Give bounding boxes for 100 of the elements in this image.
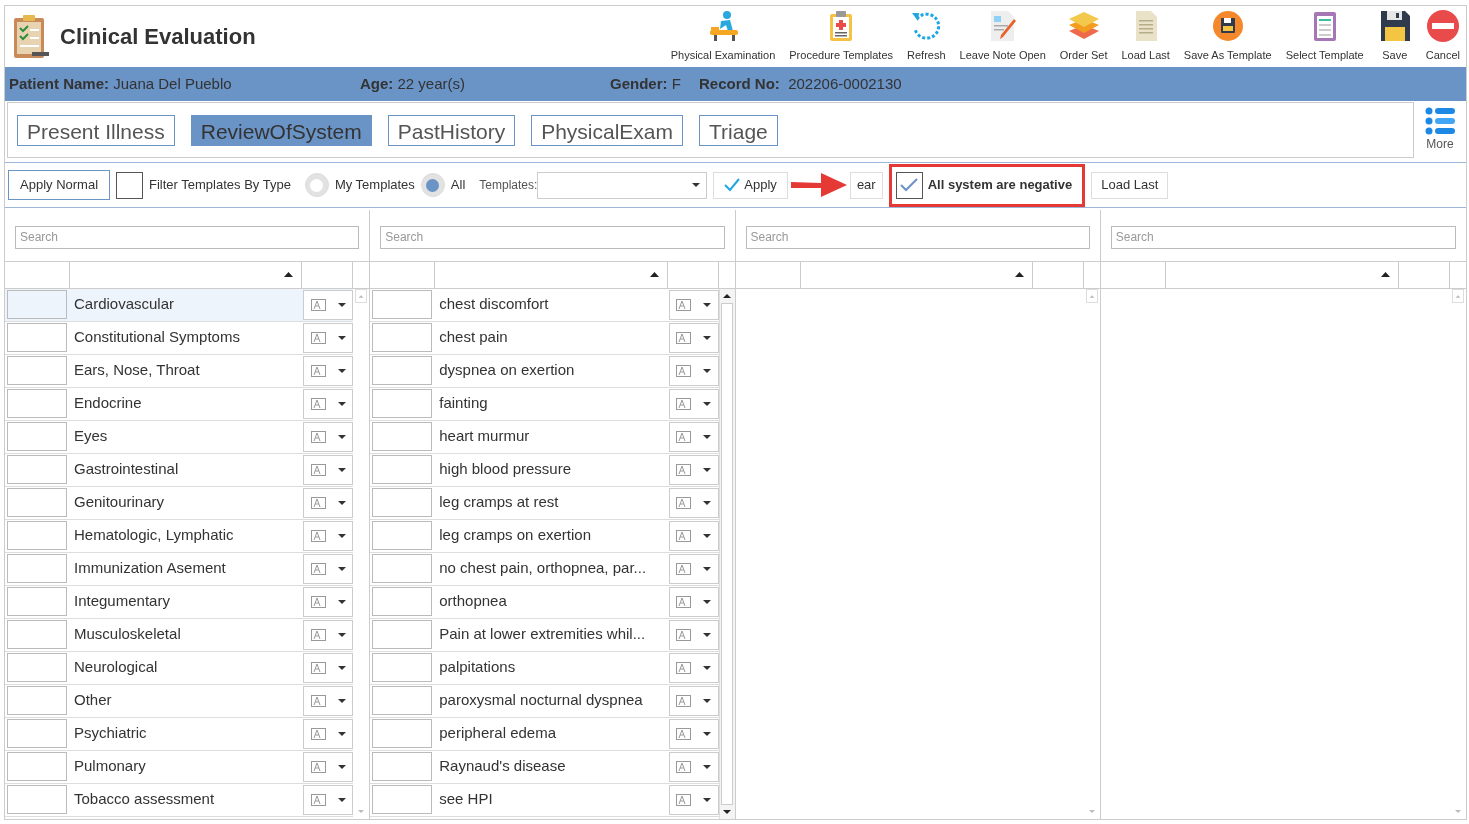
list-row[interactable]: dyspnea on exertion (370, 354, 719, 388)
template-dropdown[interactable] (668, 388, 719, 419)
list-row[interactable]: Eyes (5, 420, 354, 454)
list-row[interactable]: Other (5, 684, 354, 718)
toolbar-button[interactable]: Cancel (1419, 8, 1466, 63)
list-row[interactable]: high blood pressure (370, 453, 719, 487)
template-dropdown[interactable] (668, 652, 719, 683)
search-field[interactable]: Search (1110, 225, 1456, 249)
clear-button[interactable]: ear (849, 171, 883, 199)
list-row[interactable]: Tobacco assessment (5, 783, 354, 817)
check-cell[interactable] (372, 521, 433, 550)
search-field[interactable]: Search (15, 225, 360, 249)
search-field[interactable]: Search (745, 225, 1090, 249)
radio-button[interactable] (420, 173, 445, 197)
check-cell[interactable] (7, 389, 67, 418)
template-dropdown[interactable] (303, 619, 354, 650)
template-dropdown[interactable] (303, 685, 354, 716)
template-dropdown[interactable] (668, 718, 719, 749)
check-cell[interactable] (7, 785, 67, 814)
check-cell[interactable] (7, 620, 67, 649)
list-row[interactable]: Cardiovascular (5, 288, 354, 322)
check-cell[interactable] (7, 323, 67, 352)
template-dropdown[interactable] (303, 421, 354, 452)
load-last-button[interactable]: Load Last (1091, 171, 1169, 199)
check-cell[interactable] (7, 422, 67, 451)
check-cell[interactable] (372, 554, 433, 583)
check-cell[interactable] (7, 587, 67, 616)
template-dropdown[interactable] (668, 322, 719, 353)
list-row[interactable]: see HPI (370, 783, 719, 817)
list-row[interactable]: Genitourinary (5, 486, 354, 520)
check-cell[interactable] (372, 752, 433, 781)
template-dropdown[interactable] (668, 751, 719, 782)
tab[interactable]: Triage (699, 114, 778, 146)
list-row[interactable]: Psychiatric (5, 717, 354, 751)
list-row[interactable]: Pulmonary (5, 750, 354, 784)
template-dropdown[interactable] (303, 388, 354, 419)
template-dropdown[interactable] (668, 586, 719, 617)
check-cell[interactable] (372, 488, 433, 517)
check-cell[interactable] (7, 752, 67, 781)
list-row[interactable]: peripheral edema (370, 717, 719, 751)
check-cell[interactable] (7, 356, 67, 385)
template-dropdown[interactable] (303, 289, 354, 320)
template-dropdown[interactable] (668, 355, 719, 386)
sort-up-icon[interactable] (284, 272, 294, 277)
check-cell[interactable] (372, 323, 433, 352)
template-dropdown[interactable] (668, 454, 719, 485)
check-cell[interactable] (372, 785, 433, 814)
list-row[interactable]: chest pain (370, 321, 719, 355)
tab[interactable]: Present Illness (17, 114, 175, 146)
template-dropdown[interactable] (303, 520, 354, 551)
apply-button[interactable]: Apply (713, 171, 788, 199)
list-row[interactable]: Gastrointestinal (5, 453, 354, 487)
template-dropdown[interactable] (668, 619, 719, 650)
check-cell[interactable] (372, 290, 433, 319)
list-row[interactable]: Ears, Nose, Throat (5, 354, 354, 388)
toolbar-button[interactable]: Save As Template (1177, 8, 1278, 63)
template-dropdown[interactable] (303, 784, 354, 815)
check-cell[interactable] (372, 620, 433, 649)
check-cell[interactable] (372, 587, 433, 616)
sort-up-icon[interactable] (649, 272, 659, 277)
tab[interactable]: PastHistory (387, 114, 516, 146)
check-cell[interactable] (7, 554, 67, 583)
radio-button[interactable] (304, 173, 329, 197)
toolbar-button[interactable]: Select Template (1279, 8, 1370, 63)
check-cell[interactable] (7, 719, 67, 748)
template-dropdown[interactable] (668, 487, 719, 518)
check-cell[interactable] (7, 488, 67, 517)
list-row[interactable]: Pain at lower extremities whil... (370, 618, 719, 652)
toolbar-button[interactable]: Leave Note Open (953, 8, 1052, 63)
toolbar-button[interactable]: Load Last (1115, 8, 1176, 63)
check-cell[interactable] (372, 356, 433, 385)
list-row[interactable]: Musculoskeletal (5, 618, 354, 652)
list-row[interactable]: orthopnea (370, 585, 719, 619)
list-row[interactable]: leg cramps at rest (370, 486, 719, 520)
toolbar-button[interactable]: Procedure Templates (783, 8, 900, 63)
checkbox[interactable] (895, 171, 923, 199)
tab[interactable]: ReviewOfSystem (190, 114, 372, 146)
template-dropdown[interactable] (303, 718, 354, 749)
list-row[interactable]: fainting (370, 387, 719, 421)
list-row[interactable]: Constitutional Symptoms (5, 321, 354, 355)
tab[interactable]: PhysicalExam (531, 114, 684, 146)
check-cell[interactable] (372, 422, 433, 451)
toolbar-button[interactable]: Refresh (901, 8, 952, 63)
check-cell[interactable] (7, 686, 67, 715)
list-row[interactable]: Hematologic, Lymphatic (5, 519, 354, 553)
sort-up-icon[interactable] (1381, 272, 1390, 277)
list-row[interactable]: leg cramps on exertion (370, 519, 719, 553)
toolbar-button[interactable]: Order Set (1053, 8, 1114, 63)
check-cell[interactable] (7, 653, 67, 682)
template-dropdown[interactable] (303, 454, 354, 485)
search-field[interactable]: Search (380, 225, 725, 249)
checkbox[interactable] (116, 171, 144, 199)
template-dropdown[interactable] (668, 520, 719, 551)
list-row[interactable]: Raynaud's disease (370, 750, 719, 784)
template-dropdown[interactable] (668, 553, 719, 584)
check-cell[interactable] (372, 653, 433, 682)
list-row[interactable]: paroxysmal nocturnal dyspnea (370, 684, 719, 718)
template-dropdown[interactable] (668, 421, 719, 452)
check-cell[interactable] (372, 686, 433, 715)
sort-up-icon[interactable] (1014, 272, 1024, 277)
